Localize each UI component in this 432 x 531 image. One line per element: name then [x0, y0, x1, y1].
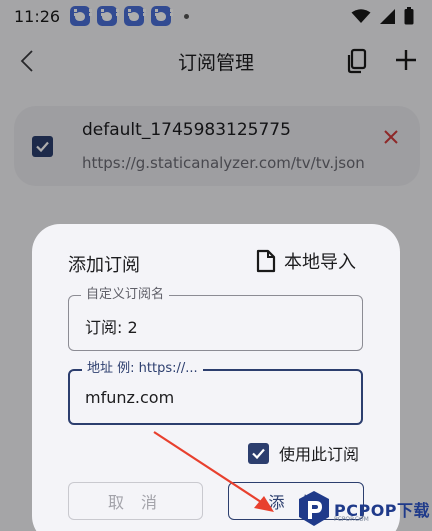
local-import-label: 本地导入	[284, 252, 356, 273]
dialog-title: 添加订阅	[68, 255, 140, 276]
subscription-name-value: 订阅: 2	[85, 318, 138, 337]
subscription-name-field[interactable]: 自定义订阅名 订阅: 2	[68, 286, 363, 351]
local-import-button[interactable]: 本地导入	[256, 246, 356, 276]
pcpop-watermark: PCPOP下载 PCPOP.COM	[296, 486, 432, 531]
watermark-subtext: PCPOP.COM	[334, 516, 369, 523]
pcpop-logo-icon	[299, 491, 329, 526]
use-subscription-label: 使用此订阅	[279, 445, 360, 464]
subscription-name-label: 自定义订阅名	[81, 286, 170, 304]
subscription-url-label: 地址 例: https://...	[82, 360, 203, 378]
subscription-url-value: mfunz.com	[85, 388, 175, 407]
subscription-url-field[interactable]: 地址 例: https://... mfunz.com	[68, 360, 363, 425]
file-icon	[256, 249, 276, 273]
annotation-arrow-icon	[153, 431, 274, 512]
